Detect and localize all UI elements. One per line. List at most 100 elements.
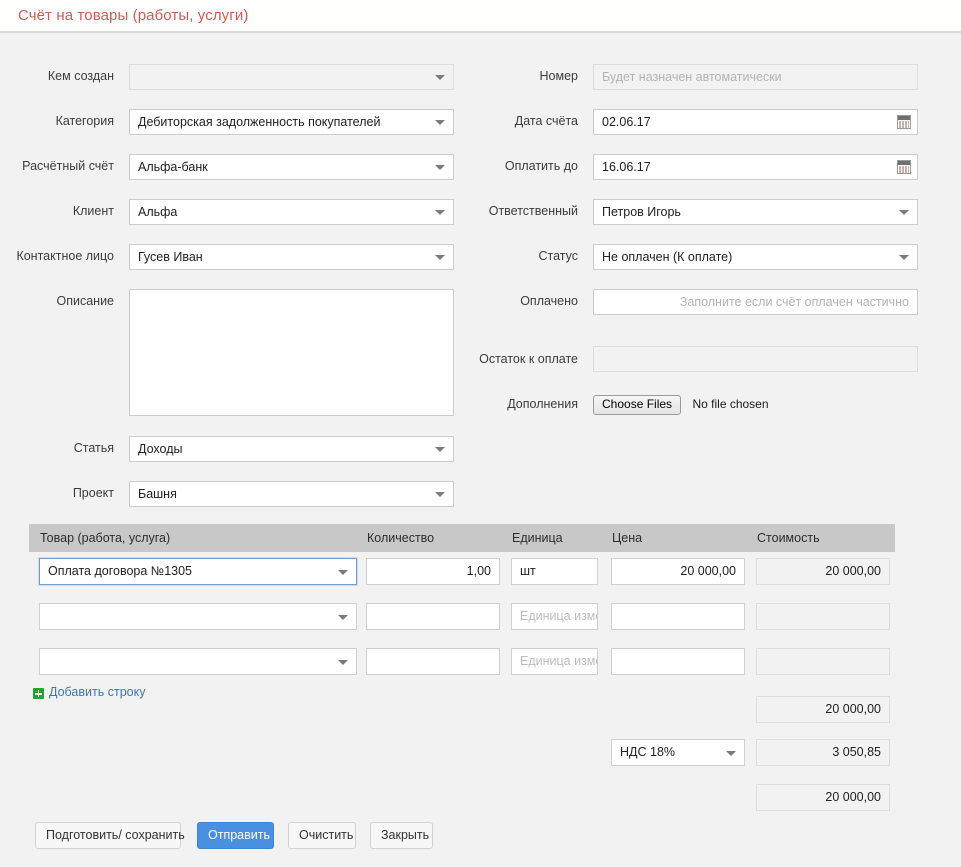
chevron-down-icon (435, 255, 445, 260)
table-row[interactable] (39, 603, 357, 630)
table-header-cost: Стоимость (757, 531, 820, 545)
label-status: Статус (538, 249, 578, 263)
calendar-icon[interactable] (897, 160, 911, 174)
field-contact-person[interactable]: Гусев Иван (129, 244, 454, 270)
label-attachments: Дополнения (507, 397, 578, 411)
field-invoice-date-value: 02.06.17 (602, 115, 651, 129)
chevron-down-icon (435, 492, 445, 497)
cell-product: Оплата договора №1305 (48, 564, 193, 578)
cell-quantity[interactable] (366, 603, 500, 630)
label-client: Клиент (72, 204, 114, 218)
chevron-down-icon (338, 614, 348, 620)
add-row-label: Добавить строку (49, 685, 146, 699)
field-client[interactable]: Альфа (129, 199, 454, 225)
field-responsible[interactable]: Петров Игорь (593, 199, 918, 225)
label-invoice-number: Номер (539, 69, 578, 83)
cell-unit[interactable]: шт (511, 558, 598, 585)
table-header-unit: Единица (512, 531, 563, 545)
cell-quantity[interactable]: 1,00 (366, 558, 500, 585)
field-due-date-value: 16.06.17 (602, 160, 651, 174)
field-article[interactable]: Доходы (129, 436, 454, 462)
field-invoice-date[interactable]: 02.06.17 (593, 109, 918, 135)
chevron-down-icon (726, 750, 736, 756)
page-title: Счёт на товары (работы, услуги) (18, 7, 249, 24)
field-article-value: Доходы (138, 442, 183, 456)
plus-icon (33, 688, 44, 699)
field-created-by[interactable] (129, 64, 454, 90)
cell-cost: 20 000,00 (756, 558, 890, 585)
cell-unit-value: шт (520, 564, 536, 578)
label-invoice-date: Дата счёта (514, 114, 578, 128)
prepare-save-button[interactable]: Подготовить/ сохранить (35, 822, 185, 849)
chevron-down-icon (338, 569, 348, 575)
cell-price[interactable] (611, 648, 745, 675)
file-status-text: No file chosen (692, 397, 769, 411)
cell-cost (756, 648, 890, 675)
field-invoice-number-placeholder: Будет назначен автоматически (602, 70, 782, 84)
label-bank-account: Расчётный счёт (22, 159, 114, 173)
vat-amount-value: 3 050,85 (832, 745, 881, 759)
label-responsible: Ответственный (488, 204, 578, 218)
chevron-down-icon (435, 120, 445, 125)
clear-button[interactable]: Очистить (288, 822, 356, 849)
label-created-by: Кем создан (47, 69, 114, 83)
cell-cost-value: 20 000,00 (825, 564, 881, 578)
cell-quantity[interactable] (366, 648, 500, 675)
vat-select-value: НДС 18% (620, 745, 676, 759)
table-row[interactable]: Оплата договора №1305 (39, 558, 357, 585)
field-status[interactable]: Не оплачен (К оплате) (593, 244, 918, 270)
field-paid-amount-placeholder: Заполните если счёт оплачен частично (679, 295, 909, 309)
cell-unit-placeholder: Единица изме (520, 609, 598, 623)
field-project[interactable]: Башня (129, 481, 454, 507)
chevron-down-icon (435, 165, 445, 170)
close-button[interactable]: Закрыть (370, 822, 433, 849)
label-category: Категория (55, 114, 114, 128)
subtotal-value: 20 000,00 (825, 702, 881, 716)
field-category-value: Дебиторская задолженность покупателей (138, 115, 381, 129)
cell-unit[interactable]: Единица изме (511, 603, 598, 630)
vat-select[interactable]: НДС 18% (611, 739, 745, 766)
invoice-form-page: Счёт на товары (работы, услуги) Кем созд… (0, 0, 961, 867)
description-textarea[interactable] (129, 289, 454, 416)
table-header-price: Цена (612, 531, 643, 545)
label-contact-person: Контактное лицо (16, 249, 114, 263)
table-header-quantity: Количество (367, 531, 435, 545)
field-responsible-value: Петров Игорь (602, 205, 681, 219)
title-bar: Счёт на товары (работы, услуги) (0, 0, 961, 33)
field-category[interactable]: Дебиторская задолженность покупателей (129, 109, 454, 135)
label-description: Описание (56, 294, 114, 308)
field-status-value: Не оплачен (К оплате) (602, 250, 733, 264)
field-project-value: Башня (138, 487, 177, 501)
calendar-icon[interactable] (897, 115, 911, 129)
cell-unit[interactable]: Единица изме (511, 648, 598, 675)
label-due-date: Оплатить до (504, 159, 578, 173)
choose-files-button[interactable]: Choose Files (593, 395, 682, 415)
field-paid-amount[interactable]: Заполните если счёт оплачен частично (593, 289, 918, 315)
cell-price[interactable]: 20 000,00 (611, 558, 745, 585)
chevron-down-icon (899, 210, 909, 215)
label-article: Статья (73, 441, 114, 455)
chevron-down-icon (899, 255, 909, 260)
label-project: Проект (72, 486, 114, 500)
cell-price[interactable] (611, 603, 745, 630)
cell-quantity-value: 1,00 (466, 564, 491, 578)
send-button[interactable]: Отправить (197, 822, 274, 849)
field-bank-account[interactable]: Альфа-банк (129, 154, 454, 180)
field-contact-person-value: Гусев Иван (138, 250, 203, 264)
field-remaining-amount[interactable] (593, 346, 918, 372)
vat-amount-box: 3 050,85 (756, 739, 890, 766)
cell-price-value: 20 000,00 (680, 564, 736, 578)
field-invoice-number[interactable]: Будет назначен автоматически (593, 64, 918, 90)
chevron-down-icon (435, 447, 445, 452)
grand-total-box: 20 000,00 (756, 784, 890, 811)
cell-unit-placeholder: Единица изме (520, 654, 598, 668)
field-client-value: Альфа (138, 205, 178, 219)
chevron-down-icon (435, 210, 445, 215)
chevron-down-icon (435, 75, 445, 80)
table-header-product: Товар (работа, услуга) (40, 531, 171, 545)
table-row[interactable] (39, 648, 357, 675)
attachments-file-input[interactable]: Choose Files No file chosen (593, 395, 769, 415)
field-bank-account-value: Альфа-банк (138, 160, 208, 174)
field-due-date[interactable]: 16.06.17 (593, 154, 918, 180)
label-paid-amount: Оплачено (520, 294, 578, 308)
